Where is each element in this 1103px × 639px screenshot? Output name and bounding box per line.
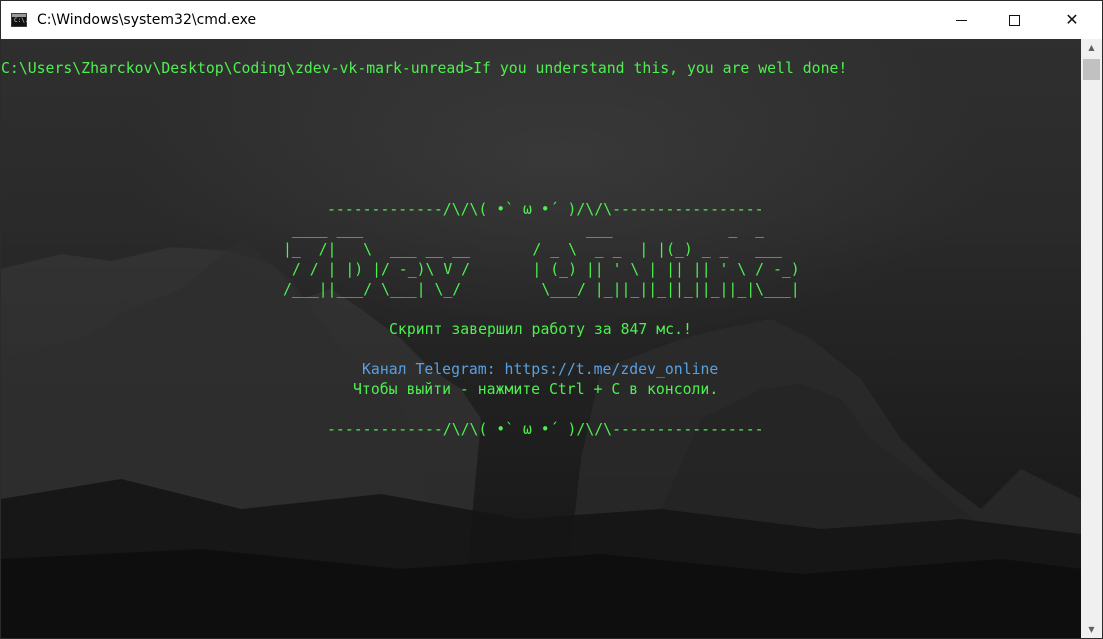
title-bar[interactable]: C:\. C:\Windows\system32\cmd.exe ✕ bbox=[1, 1, 1102, 39]
exit-hint-line: Чтобы выйти - нажмите Ctrl + C в консоли… bbox=[353, 381, 719, 398]
ascii-art-line-3: / / | |) |/ -_)\ V / | (_) || ' \ | || |… bbox=[283, 261, 800, 278]
scroll-down-arrow-icon[interactable]: ▼ bbox=[1081, 621, 1102, 638]
maximize-icon bbox=[1008, 14, 1020, 26]
scroll-up-arrow-icon[interactable]: ▲ bbox=[1081, 39, 1102, 56]
minimize-button[interactable] bbox=[938, 1, 984, 39]
prompt-line: C:\Users\Zharckov\Desktop\Coding\zdev-vk… bbox=[1, 60, 848, 77]
maximize-button[interactable] bbox=[991, 1, 1037, 39]
scrollbar-thumb[interactable] bbox=[1083, 59, 1100, 80]
cmd-app-icon-text: C:\. bbox=[14, 17, 29, 24]
separator-bottom: -------------/\/\( •` ω •´ )/\/\--------… bbox=[327, 421, 764, 438]
cmd-app-icon[interactable]: C:\. bbox=[11, 13, 29, 27]
minimize-icon bbox=[955, 19, 967, 21]
terminal-output: C:\Users\Zharckov\Desktop\Coding\zdev-vk… bbox=[1, 39, 1081, 438]
ascii-art-line-4: /___||___/ \___| \_/ \___/ |_||_||_||_||… bbox=[283, 281, 800, 298]
cmd-window: C:\. C:\Windows\system32\cmd.exe ✕ C:\Us… bbox=[0, 0, 1103, 639]
ascii-art-line-1: ____ ___ ___ _ _ bbox=[283, 221, 765, 238]
console-area[interactable]: C:\Users\Zharckov\Desktop\Coding\zdev-vk… bbox=[1, 39, 1081, 638]
close-icon: ✕ bbox=[1065, 10, 1079, 29]
window-title: C:\Windows\system32\cmd.exe bbox=[37, 12, 257, 28]
ascii-art-line-2: |_ /| \ ___ __ __ / _ \ _ _ | |(_) _ _ _… bbox=[283, 241, 782, 258]
separator-top: -------------/\/\( •` ω •´ )/\/\--------… bbox=[327, 201, 764, 218]
close-button[interactable]: ✕ bbox=[1049, 1, 1095, 39]
telegram-line: Канал Telegram: https://t.me/zdev_online bbox=[362, 361, 719, 378]
status-line: Скрипт завершил работу за 847 мс.! bbox=[389, 321, 692, 338]
vertical-scrollbar[interactable]: ▲ ▼ bbox=[1081, 39, 1102, 638]
